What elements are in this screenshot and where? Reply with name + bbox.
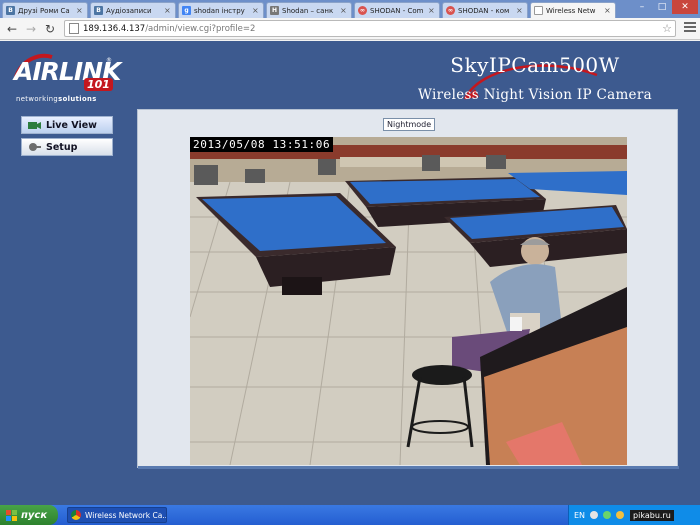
camera-timestamp: 2013/05/08 13:51:06 (190, 137, 334, 152)
live-view-panel: Nightmode 2013/05/08 13:51:06 (137, 109, 679, 469)
close-icon[interactable]: × (516, 6, 524, 15)
system-tray: EN pikabu.ru (568, 505, 700, 525)
security-icon[interactable] (603, 511, 612, 519)
browser-tab-strip: В Друзі Роми Са × В Аудіозаписи × g shod… (0, 0, 700, 18)
menu-icon[interactable] (684, 22, 696, 34)
back-arrow-icon[interactable]: ← (4, 21, 20, 37)
close-icon[interactable]: × (604, 6, 612, 15)
vk-icon: В (6, 6, 15, 15)
language-indicator[interactable]: EN (574, 511, 585, 520)
task-label: Wireless Network Ca... (85, 510, 167, 520)
taskbar-chrome-window[interactable]: Wireless Network Ca... (67, 507, 167, 523)
logo-registered: ® (106, 57, 112, 64)
minimize-button[interactable]: – (632, 0, 652, 14)
live-view-button[interactable]: Live View (21, 116, 113, 134)
tab-label: Аудіозаписи (106, 6, 152, 15)
tagline-part-bold: solutions (58, 95, 97, 103)
camera-feed: 2013/05/08 13:51:06 (190, 137, 627, 465)
nightmode-button[interactable]: Nightmode (383, 118, 436, 131)
shodan-icon: ∞ (446, 6, 455, 15)
start-button[interactable]: пуск (0, 505, 58, 525)
update-icon[interactable] (616, 511, 625, 519)
camera-scene-image (190, 137, 627, 465)
tab-6[interactable]: ∞ SHODAN - ком × (442, 2, 528, 18)
tab-label: Wireless Netw (546, 6, 596, 15)
tagline-part: networking (16, 95, 59, 103)
maximize-button[interactable]: □ (652, 0, 672, 14)
tab-3[interactable]: g shodan інстру × (178, 2, 264, 18)
address-bar[interactable]: 189.136.4.137/admin/view.cgi?profile=2 ☆ (64, 20, 676, 37)
vk-icon: В (94, 6, 103, 15)
logo-badge: 101 (84, 78, 113, 91)
screen: В Друзі Роми Са × В Аудіозаписи × g shod… (0, 0, 700, 525)
tab-1[interactable]: В Друзі Роми Са × (2, 2, 88, 18)
address-path: /admin/view.cgi?profile=2 (145, 23, 256, 34)
windows-flag-icon (6, 509, 17, 521)
wrench-icon (28, 142, 41, 152)
close-icon[interactable]: × (340, 6, 348, 15)
tab-label: Друзі Роми Са (18, 6, 70, 15)
bookmark-star-icon[interactable]: ☆ (662, 22, 672, 35)
close-icon[interactable]: × (428, 6, 436, 15)
close-window-button[interactable]: ✕ (672, 0, 698, 14)
tab-7-active[interactable]: Wireless Netw × (530, 2, 616, 18)
product-model: SkyIPCam500W (450, 53, 620, 77)
forward-arrow-icon[interactable]: → (23, 21, 39, 37)
address-host: 189.136.4.137 (83, 23, 146, 34)
page-icon (69, 23, 79, 34)
live-view-label: Live View (46, 119, 97, 131)
panel-footer-bar (138, 466, 679, 469)
shodan-icon: ∞ (358, 6, 367, 15)
setup-button[interactable]: Setup (21, 138, 113, 156)
camera-icon (28, 120, 41, 130)
product-header: SkyIPCam500W Wireless Night Vision IP Ca… (395, 53, 675, 113)
start-label: пуск (21, 509, 48, 521)
logo-tagline: networkingsolutions (16, 95, 97, 103)
close-icon[interactable]: × (252, 6, 260, 15)
reload-icon[interactable]: ↻ (42, 21, 58, 37)
windows-taskbar: пуск Wireless Network Ca... EN pikabu.ru (0, 505, 700, 525)
setup-label: Setup (46, 141, 78, 153)
page-icon (534, 6, 543, 15)
chrome-icon (71, 510, 81, 520)
close-icon[interactable]: × (76, 6, 84, 15)
browser-toolbar: ← → ↻ 189.136.4.137/admin/view.cgi?profi… (0, 18, 700, 40)
tab-label: SHODAN - Com (370, 6, 424, 15)
hacker-news-icon: H (270, 6, 279, 15)
network-icon[interactable] (590, 511, 599, 519)
tab-label: shodan інстру (194, 6, 245, 15)
tab-label: SHODAN - ком (458, 6, 510, 15)
page-viewport: AIRLINK ® 101 networkingsolutions SkyIPC… (0, 41, 700, 505)
tab-label: Shodan – санк (282, 6, 334, 15)
tab-5[interactable]: ∞ SHODAN - Com × (354, 2, 440, 18)
tab-2[interactable]: В Аудіозаписи × (90, 2, 176, 18)
airlink-logo: AIRLINK ® 101 networkingsolutions (14, 53, 121, 107)
pikabu-watermark: pikabu.ru (630, 509, 674, 521)
close-icon[interactable]: × (164, 6, 172, 15)
product-subtitle: Wireless Night Vision IP Camera (418, 87, 652, 103)
google-icon: g (182, 6, 191, 15)
tab-4[interactable]: H Shodan – санк × (266, 2, 352, 18)
